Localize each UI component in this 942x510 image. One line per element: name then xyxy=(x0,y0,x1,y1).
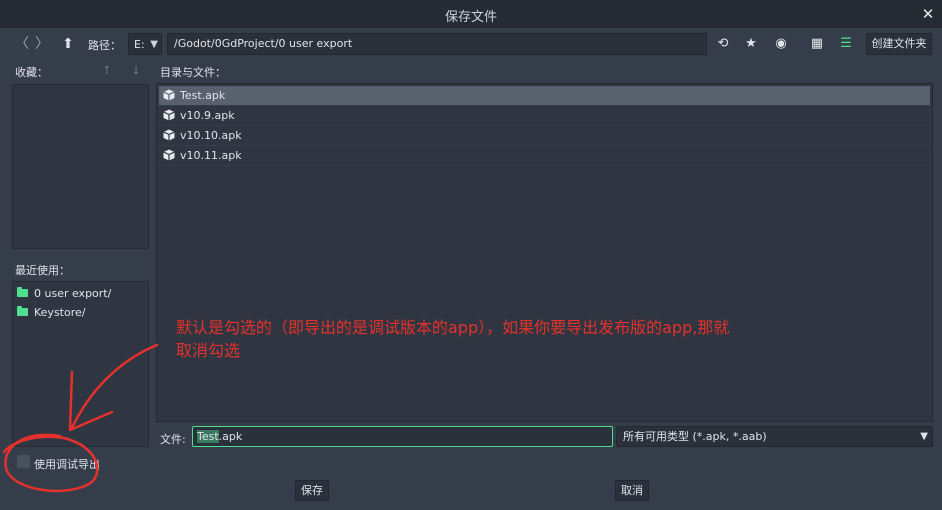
path-label: 路径： xyxy=(88,39,121,52)
package-icon xyxy=(163,129,175,141)
drive-select[interactable]: E: ▼ xyxy=(128,33,162,55)
file-type-filter-select[interactable]: 所有可用类型 (*.apk, *.aab) ▼ xyxy=(616,426,933,447)
favorites-list[interactable] xyxy=(12,84,149,249)
list-view-icon[interactable]: ☰ xyxy=(835,34,857,54)
annotation-line-2: 取消勾选 xyxy=(176,341,241,360)
filter-value: 所有可用类型 (*.apk, *.aab) xyxy=(623,430,767,443)
save-button[interactable]: 保存 xyxy=(295,480,329,501)
drive-value: E: xyxy=(134,38,145,51)
debug-export-label: 使用调试导出 xyxy=(34,458,100,471)
package-icon xyxy=(163,109,175,121)
file-row[interactable]: v10.9.apk xyxy=(159,106,930,126)
list-item[interactable]: 0 user export/ xyxy=(17,285,111,303)
close-icon[interactable]: ✕ xyxy=(918,4,938,24)
favorites-label: 收藏： xyxy=(15,66,48,79)
up-directory-button[interactable]: ⬆ xyxy=(59,35,77,53)
chevron-down-icon: ▼ xyxy=(150,39,158,50)
path-input[interactable]: /Godot/0GdProject/0 user export xyxy=(167,33,707,55)
package-icon xyxy=(163,89,175,101)
folder-icon xyxy=(17,306,28,316)
files-label: 目录与文件： xyxy=(160,66,226,79)
list-item[interactable]: Keystore/ xyxy=(17,304,85,322)
file-name-input[interactable]: Test.apk xyxy=(192,426,613,447)
recent-label: 最近使用： xyxy=(15,264,70,277)
move-down-icon[interactable]: ⭣ xyxy=(129,63,143,77)
file-row[interactable]: v10.10.apk xyxy=(159,126,930,146)
recent-list[interactable]: 0 user export/ Keystore/ xyxy=(12,281,149,447)
grid-view-icon[interactable]: ▦ xyxy=(806,34,828,54)
favorite-star-icon[interactable]: ★ xyxy=(740,34,762,54)
create-folder-button[interactable]: 创建文件夹 xyxy=(866,33,932,55)
file-row[interactable]: Test.apk xyxy=(159,86,930,106)
package-icon xyxy=(163,149,175,161)
back-button[interactable]: 〈 xyxy=(13,35,31,53)
move-up-icon[interactable]: ⭡ xyxy=(100,63,114,77)
file-name-label: 文件: xyxy=(160,433,186,446)
filename-selection: Test xyxy=(197,430,219,443)
chevron-down-icon: ▼ xyxy=(920,431,928,442)
cancel-button[interactable]: 取消 xyxy=(615,480,649,501)
file-list[interactable]: Test.apk v10.9.apk v10.10.apk v10.11.apk xyxy=(156,83,933,422)
show-hidden-eye-icon[interactable]: ◉ xyxy=(770,34,792,54)
dialog-title: 保存文件 xyxy=(444,10,497,25)
refresh-icon[interactable]: ⟲ xyxy=(712,34,734,54)
folder-icon xyxy=(17,287,28,297)
annotation-text: 默认是勾选的（即导出的是调试版本的app），如果你要导出发布版的app,那就 取… xyxy=(176,316,876,362)
forward-button[interactable]: 〉 xyxy=(33,35,51,53)
filename-extension: .apk xyxy=(218,430,243,443)
debug-export-checkbox[interactable] xyxy=(17,455,30,468)
annotation-line-1: 默认是勾选的（即导出的是调试版本的app），如果你要导出发布版的app,那就 xyxy=(176,318,730,337)
file-row[interactable]: v10.11.apk xyxy=(159,146,930,166)
